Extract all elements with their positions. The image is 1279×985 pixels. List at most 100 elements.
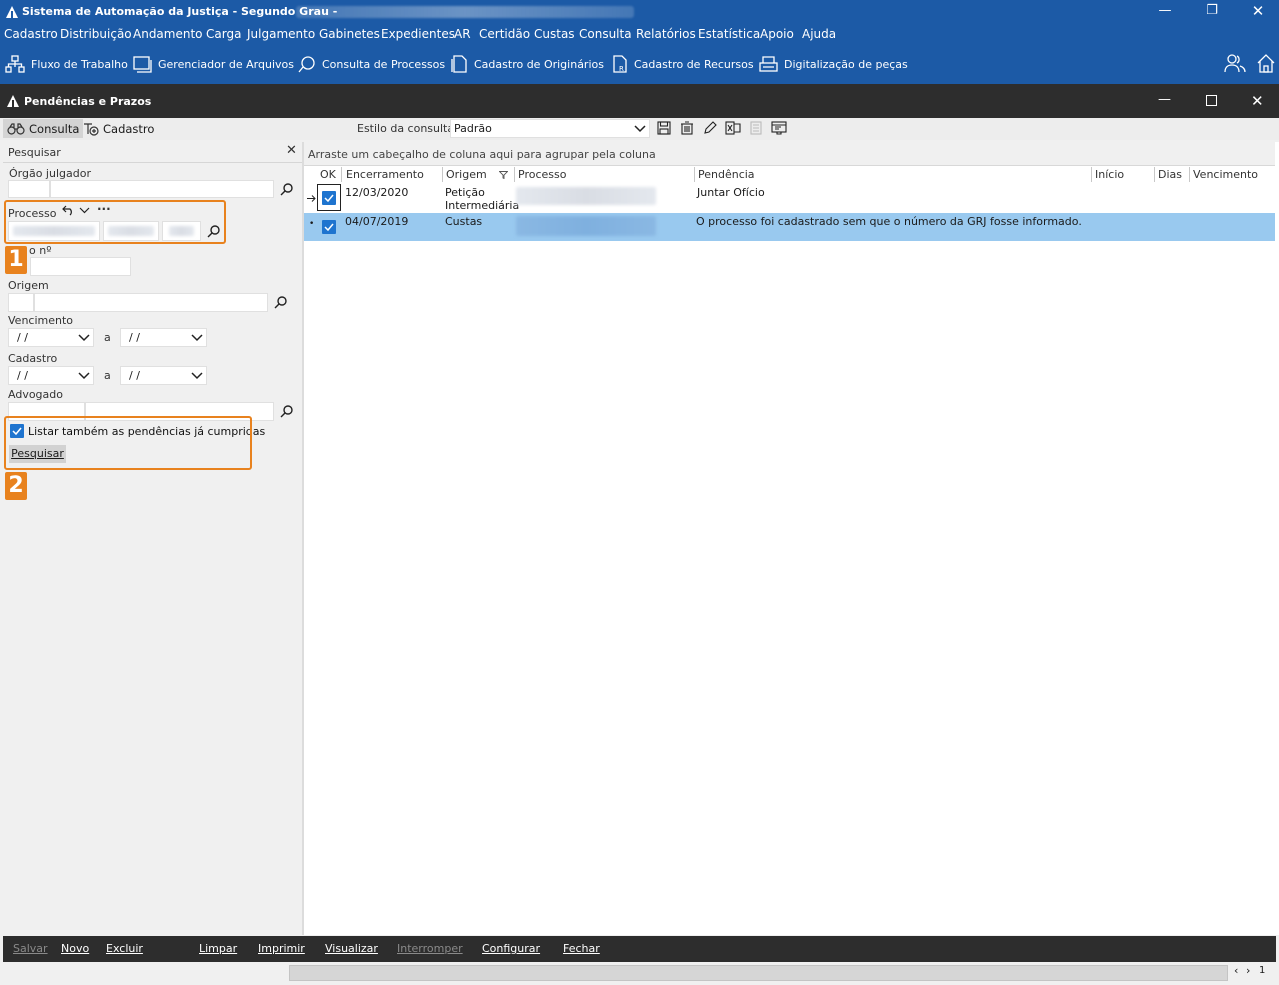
row-ok-checkbox[interactable]: [322, 220, 336, 234]
minimize-icon[interactable]: —: [1158, 92, 1171, 107]
menu-andamento[interactable]: Andamento: [133, 27, 203, 41]
menu-gabinetes[interactable]: Gabinetes: [319, 27, 380, 41]
column-divider[interactable]: [694, 167, 695, 182]
menu-ar[interactable]: AR: [454, 27, 471, 41]
menu-distribuicao[interactable]: Distribuição: [60, 27, 132, 41]
tab-cadastro[interactable]: Cadastro: [79, 119, 158, 138]
menu-custas[interactable]: Custas: [534, 27, 575, 41]
chevron-down-icon: [634, 125, 646, 133]
restore-icon[interactable]: ❐: [1202, 3, 1222, 18]
salvar-button[interactable]: Salvar: [13, 942, 48, 955]
gerenciador-arquivos-button[interactable]: Gerenciador de Arquivos: [133, 55, 294, 73]
cadastro-label: Cadastro: [8, 352, 58, 365]
close-icon[interactable]: ✕: [286, 143, 297, 158]
fluxo-label: Fluxo de Trabalho: [31, 57, 128, 71]
chevron-down-icon: [191, 334, 203, 342]
minimize-icon[interactable]: —: [1155, 3, 1175, 18]
origem-name-input[interactable]: [34, 293, 268, 312]
close-icon[interactable]: ✕: [1251, 92, 1264, 110]
save-icon[interactable]: [657, 121, 671, 135]
layout-config-icon[interactable]: [771, 121, 787, 135]
excluir-button[interactable]: Excluir: [106, 942, 143, 955]
tab-consulta[interactable]: Consulta: [3, 119, 84, 138]
delete-icon[interactable]: [680, 121, 694, 135]
scanner-icon: [759, 56, 778, 72]
cadastro-recursos-button[interactable]: R Cadastro de Recursos: [611, 55, 754, 73]
digitalizacao-button[interactable]: Digitalização de peças: [759, 55, 908, 73]
cadastro-start-date[interactable]: / /: [8, 366, 94, 385]
digitalizacao-label: Digitalização de peças: [784, 57, 908, 71]
next-page-icon[interactable]: ›: [1246, 964, 1250, 977]
cadastro-end-value: / /: [129, 369, 140, 382]
estilo-select[interactable]: Padrão: [450, 119, 650, 138]
menu-ajuda[interactable]: Ajuda: [802, 27, 836, 41]
consulta-processos-button[interactable]: Consulta de Processos: [297, 55, 445, 73]
cell-pendencia: Juntar Ofício: [697, 186, 765, 199]
edit-icon[interactable]: [703, 121, 717, 135]
menu-certidao[interactable]: Certidão: [479, 27, 530, 41]
menu-julgamento[interactable]: Julgamento: [247, 27, 315, 41]
imprimir-button[interactable]: Imprimir: [258, 942, 305, 955]
menu-cadastro[interactable]: Cadastro: [4, 27, 58, 41]
column-divider[interactable]: [1154, 167, 1155, 182]
column-processo[interactable]: Processo: [518, 168, 566, 181]
group-by-area[interactable]: Arraste um cabeçalho de coluna aqui para…: [304, 142, 1275, 165]
vencimento-label: Vencimento: [8, 314, 74, 327]
step-badge-2: 2: [5, 472, 27, 500]
prazo-numero-input[interactable]: [30, 257, 131, 276]
menu-apoio[interactable]: Apoio: [760, 27, 794, 41]
orgao-code-input[interactable]: [8, 180, 50, 198]
origem-label: Origem: [8, 279, 49, 292]
column-inicio[interactable]: Início: [1095, 168, 1124, 181]
limpar-button[interactable]: Limpar: [199, 942, 237, 955]
vencimento-end-date[interactable]: / /: [120, 328, 207, 347]
search-icon[interactable]: [280, 405, 293, 418]
column-vencimento[interactable]: Vencimento: [1193, 168, 1258, 181]
row-ok-checkbox[interactable]: [322, 191, 336, 205]
menu-consulta[interactable]: Consulta: [579, 27, 632, 41]
interromper-button[interactable]: Interromper: [397, 942, 463, 955]
cadastro-end-date[interactable]: / /: [120, 366, 207, 385]
menu-expedientes[interactable]: Expedientes: [381, 27, 455, 41]
column-ok[interactable]: OK: [320, 168, 336, 181]
maximize-icon[interactable]: [1206, 95, 1217, 106]
column-divider[interactable]: [442, 167, 443, 182]
menu-relatorios[interactable]: Relatórios: [636, 27, 696, 41]
search-icon[interactable]: [274, 296, 287, 309]
search-icon[interactable]: [280, 183, 293, 196]
fluxo-trabalho-button[interactable]: Fluxo de Trabalho: [5, 55, 128, 73]
previous-page-icon[interactable]: ‹: [1234, 964, 1238, 977]
fechar-button[interactable]: Fechar: [563, 942, 600, 955]
column-divider[interactable]: [1189, 167, 1190, 182]
users-icon[interactable]: [1224, 53, 1246, 73]
origem-code-input[interactable]: [8, 293, 34, 312]
table-row[interactable]: 12/03/2020 Petição Intermediária Juntar …: [304, 184, 1275, 214]
menu-estatistica[interactable]: Estatística: [698, 27, 760, 41]
inner-window-header: Pendências e Prazos — ✕: [0, 84, 1279, 118]
orgao-label: Órgão julgador: [9, 167, 91, 180]
close-icon[interactable]: ✕: [1248, 2, 1268, 20]
column-origem[interactable]: Origem: [446, 168, 487, 181]
column-divider[interactable]: [1091, 167, 1092, 182]
vencimento-start-value: / /: [17, 331, 28, 344]
highlight-box-1: [4, 200, 226, 244]
column-divider[interactable]: [341, 167, 342, 182]
export-excel-icon[interactable]: [725, 121, 741, 135]
horizontal-scrollbar[interactable]: [289, 965, 1228, 981]
visualizar-button[interactable]: Visualizar: [325, 942, 378, 955]
filter-icon[interactable]: [499, 171, 508, 179]
column-dias[interactable]: Dias: [1158, 168, 1182, 181]
checkmark-icon: [324, 194, 334, 203]
novo-button[interactable]: Novo: [61, 942, 89, 955]
column-encerramento[interactable]: Encerramento: [346, 168, 424, 181]
table-row-selected[interactable]: • 04/07/2019 Custas O processo foi cadas…: [304, 213, 1275, 241]
search-panel-header: Pesquisar ✕: [3, 142, 302, 163]
column-pendencia[interactable]: Pendência: [698, 168, 755, 181]
home-icon[interactable]: [1256, 52, 1276, 74]
cadastro-originarios-button[interactable]: Cadastro de Originários: [451, 55, 604, 73]
vencimento-start-date[interactable]: / /: [8, 328, 94, 347]
configurar-button[interactable]: Configurar: [482, 942, 540, 955]
orgao-name-input[interactable]: [50, 180, 274, 198]
column-divider[interactable]: [514, 167, 515, 182]
menu-carga[interactable]: Carga: [206, 27, 241, 41]
